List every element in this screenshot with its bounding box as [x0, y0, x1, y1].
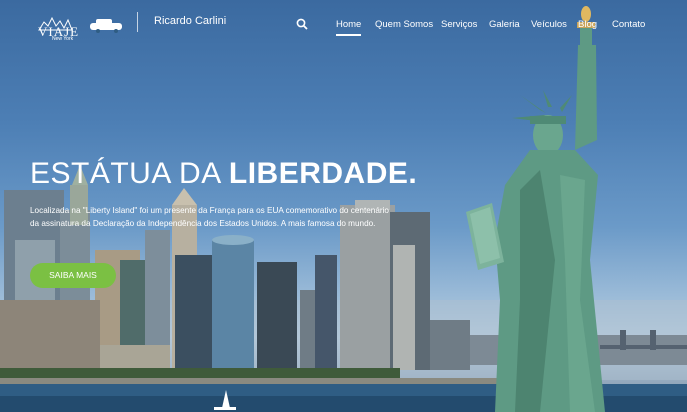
- top-navbar: VIAJE New York Ricardo Carlini Home Quem…: [0, 0, 687, 52]
- hero-description: Localizada na "Liberty Island" foi um pr…: [30, 206, 389, 228]
- nav-home[interactable]: Home: [336, 19, 362, 36]
- saiba-mais-button[interactable]: SAIBA MAIS: [30, 263, 116, 288]
- logo-divider: [137, 12, 138, 32]
- hero-title-bold: LIBERDADE.: [228, 157, 418, 190]
- hero-title-regular: ESTÁTUA DA: [30, 157, 229, 190]
- nav-quem-somos[interactable]: Quem Somos: [375, 19, 433, 30]
- hero-section: VIAJE New York Ricardo Carlini Home Quem…: [0, 0, 687, 412]
- nav-blog[interactable]: Blog: [578, 19, 597, 30]
- user-name[interactable]: Ricardo Carlini: [154, 15, 226, 27]
- nav-contato[interactable]: Contato: [612, 19, 645, 30]
- nav-veiculos[interactable]: Veículos: [531, 19, 567, 30]
- hero-title: ESTÁTUA DA LIBERDADE.: [30, 157, 417, 191]
- nav-galeria[interactable]: Galeria: [489, 19, 520, 30]
- search-icon[interactable]: [296, 18, 308, 30]
- logo-subtext: New York: [52, 36, 74, 42]
- nav-servicos[interactable]: Serviços: [441, 19, 477, 30]
